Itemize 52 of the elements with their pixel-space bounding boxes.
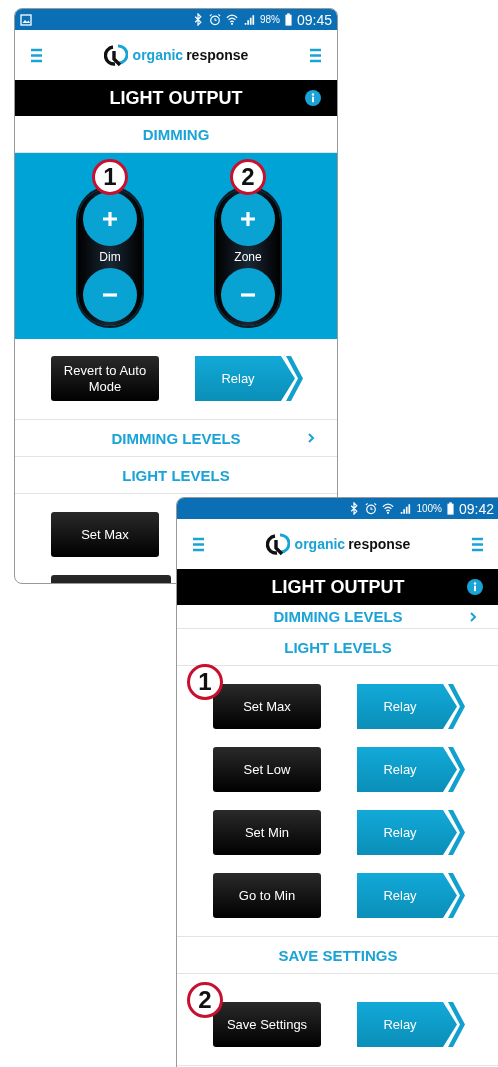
action-button[interactable]: Revert to Auto Mode xyxy=(51,356,159,401)
action-button[interactable]: Set Max xyxy=(213,684,321,729)
action-button[interactable]: Go to Min xyxy=(213,873,321,918)
chevron-right-icon xyxy=(469,610,477,623)
plus-icon xyxy=(102,211,118,227)
wifi-icon xyxy=(382,502,395,515)
increase-button[interactable] xyxy=(83,192,137,246)
plus-icon xyxy=(240,211,256,227)
logo-text: response xyxy=(348,536,411,552)
clock-time: 09:45 xyxy=(296,11,332,28)
alarm-icon xyxy=(365,502,378,515)
action-button[interactable]: Set Max xyxy=(51,512,159,557)
battery-icon xyxy=(284,13,292,26)
callout-number: 2 xyxy=(230,159,266,195)
menu-icon[interactable] xyxy=(472,536,483,552)
section-heading: LIGHT LEVELS xyxy=(122,466,230,484)
callout-number: 2 xyxy=(187,982,223,1018)
wifi-icon xyxy=(225,13,238,26)
logo-icon xyxy=(265,532,290,556)
menu-icon[interactable] xyxy=(310,47,321,63)
clock-time: 09:42 xyxy=(458,500,494,517)
logo-icon xyxy=(103,43,128,67)
control-label: Zone xyxy=(234,250,262,264)
section-heading: LIGHT LEVELS xyxy=(284,638,392,656)
signal-icon xyxy=(242,13,255,26)
page-title: LIGHT OUTPUT xyxy=(109,87,243,109)
signal-icon xyxy=(399,502,412,515)
image-icon xyxy=(20,13,32,26)
control-label: Dim xyxy=(99,250,121,264)
logo-text: organic xyxy=(294,536,346,552)
decrease-button[interactable] xyxy=(83,268,137,322)
decrease-button[interactable] xyxy=(221,268,275,322)
battery-percent: 98% xyxy=(259,14,280,25)
action-button[interactable]: Save Settings xyxy=(213,1002,321,1047)
callout-number: 1 xyxy=(92,159,128,195)
info-icon[interactable] xyxy=(467,579,483,595)
action-button[interactable]: Set Min xyxy=(213,810,321,855)
increase-button[interactable] xyxy=(221,192,275,246)
menu-icon[interactable] xyxy=(193,536,204,552)
alarm-icon xyxy=(208,13,221,26)
menu-icon[interactable] xyxy=(31,47,42,63)
logo-text: organic xyxy=(132,47,184,63)
logo-text: response xyxy=(186,47,249,63)
section-heading: SAVE SETTINGS xyxy=(278,946,398,964)
battery-percent: 100% xyxy=(416,503,442,514)
page-title: LIGHT OUTPUT xyxy=(271,576,405,598)
callout-number: 1 xyxy=(187,664,223,700)
battery-icon xyxy=(446,502,454,515)
info-icon[interactable] xyxy=(305,90,321,106)
action-button[interactable]: Set Low xyxy=(213,747,321,792)
section-heading: DIMMING xyxy=(142,125,210,143)
chevron-right-icon xyxy=(307,432,315,444)
